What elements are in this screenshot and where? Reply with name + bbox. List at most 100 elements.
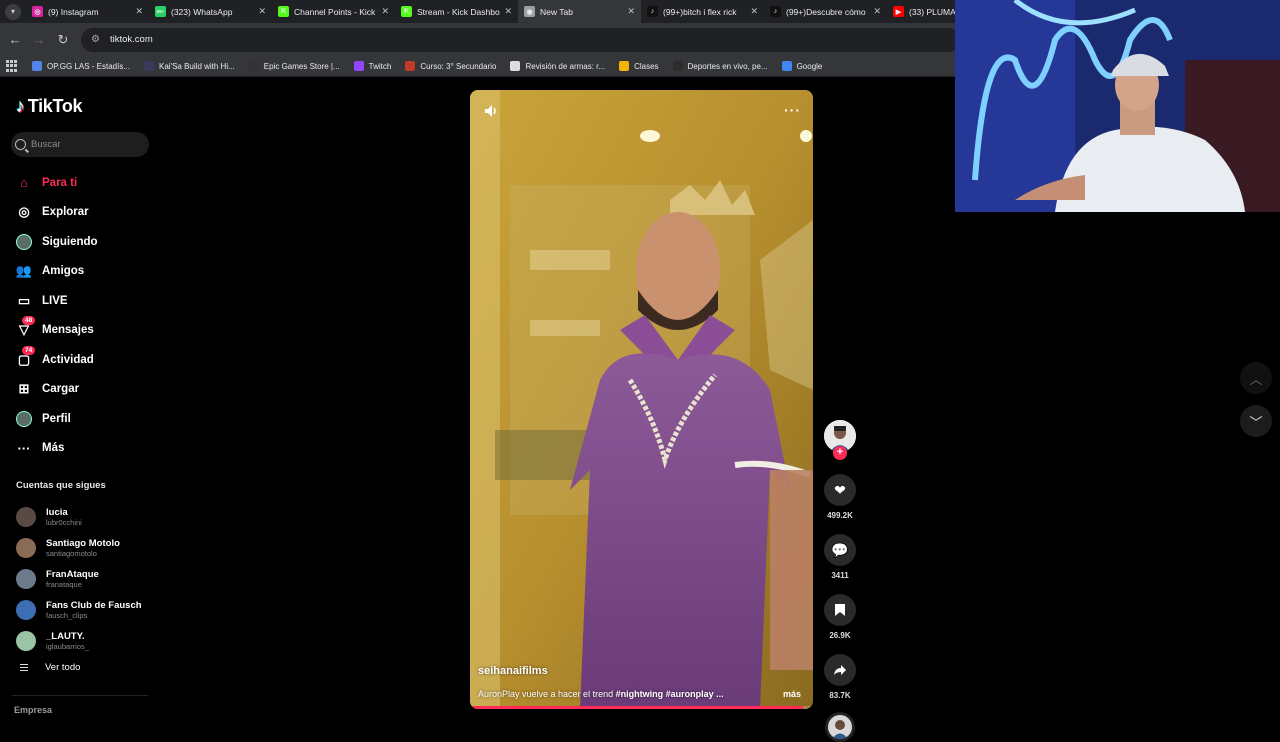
video-player[interactable]: ··· seihanaifilms AuronPlay vuelve a hac… [470, 90, 813, 709]
tab-search-button[interactable]: ▾ [0, 0, 26, 23]
site-settings-icon[interactable]: ⚙ [91, 34, 100, 45]
bookmark-item[interactable]: Revisión de armas: r... [510, 61, 605, 71]
close-tab-icon[interactable]: ✕ [135, 6, 143, 17]
nav-item[interactable]: ▢ 74 Actividad [16, 345, 98, 375]
browser-tab[interactable]: ◉ New Tab ✕ [518, 0, 641, 23]
close-tab-icon[interactable]: ✕ [381, 6, 389, 17]
nav-label: Explorar [42, 206, 89, 219]
compass-icon: ◎ [18, 204, 30, 220]
bookmark-icon[interactable] [824, 594, 856, 626]
friends-icon: 👥 [15, 263, 33, 279]
account-text: Fans Club de Fausch fausch_clips [46, 600, 142, 620]
browser-tab[interactable]: 99+ (323) WhatsApp ✕ [149, 0, 272, 23]
tab-favicon-icon: ▶ [893, 6, 904, 17]
account-username: fausch_clips [46, 610, 88, 620]
browser-tab[interactable]: K Stream - Kick Dashbo ✕ [395, 0, 518, 23]
webcam-overlay [955, 0, 1280, 212]
caption-hashtags[interactable]: #nightwing #auronplay ... [616, 689, 724, 699]
more-options-icon[interactable]: ··· [784, 102, 801, 118]
bookmark-item[interactable]: Google [781, 61, 822, 71]
company-link[interactable]: Empresa [14, 705, 52, 715]
bookmark-label: Epic Games Store |... [263, 61, 340, 71]
nav-item[interactable]: ◎ Explorar [16, 198, 98, 228]
heart-icon[interactable]: ❤ [824, 474, 856, 506]
tiktok-logo[interactable]: ♪ TikTok [16, 96, 83, 117]
tab-favicon-icon: ♪ [770, 6, 781, 17]
tab-favicon-icon: K [278, 6, 289, 17]
see-all-button[interactable]: Ver todo [20, 662, 80, 673]
browser-tab[interactable]: ♪ (99+)bitch i flex rick ✕ [641, 0, 764, 23]
video-progress-bar[interactable] [470, 706, 813, 709]
bookmark-item[interactable]: Deportes en vivo, pe... [672, 61, 768, 71]
nav-label: Amigos [42, 265, 85, 278]
close-tab-icon[interactable]: ✕ [873, 6, 881, 17]
nav-item[interactable]: Siguiendo [16, 227, 98, 257]
url-field[interactable]: ⚙ tiktok.com [81, 27, 961, 52]
following-account[interactable]: Santiago Motolo santiagomotolo [16, 532, 142, 563]
nav-item[interactable]: ··· Más [16, 434, 98, 464]
nav-label: Para ti [42, 176, 78, 189]
previous-video-button[interactable]: ︿ [1240, 362, 1272, 394]
reload-button[interactable]: ↻ [51, 28, 75, 52]
bookmark-label: Deportes en vivo, pe... [687, 61, 768, 71]
caption-more-button[interactable]: más [783, 689, 801, 699]
tab-label: (99+)Descubre cómo [786, 6, 866, 17]
bookmark-item[interactable]: OP.GG LAS - Estadís... [32, 61, 130, 71]
account-avatar [16, 568, 36, 589]
tab-label: (9) Instagram [48, 6, 99, 17]
nav-item[interactable]: ⌂ Para ti [16, 168, 98, 198]
activity-icon: ▢ 74 [16, 345, 36, 368]
search-input[interactable] [31, 139, 141, 150]
close-tab-icon[interactable]: ✕ [504, 6, 512, 17]
close-tab-icon[interactable]: ✕ [258, 6, 266, 17]
nav-item[interactable]: ⊞ Cargar [16, 375, 98, 405]
bookmark-favicon-icon [672, 61, 683, 71]
browser-tab[interactable]: ◎ (9) Instagram ✕ [26, 0, 149, 23]
back-button[interactable]: ← [3, 28, 27, 52]
like-action[interactable]: ❤ 499.2K [822, 474, 858, 520]
following-account[interactable]: Fans Club de Fausch fausch_clips [16, 594, 142, 625]
nav-item[interactable]: Perfil [16, 404, 98, 434]
bookmark-item[interactable]: Clases [619, 61, 659, 71]
nav-item[interactable]: 👥 Amigos [16, 257, 98, 287]
following-title: Cuentas que sigues [16, 480, 106, 491]
volume-icon[interactable] [482, 102, 500, 120]
video-actions: + ❤ 499.2K 💬 3411 26.9K 83.7K [822, 420, 858, 742]
browser-tab[interactable]: K Channel Points - Kick ✕ [272, 0, 395, 23]
chevron-down-icon: ▾ [5, 3, 21, 20]
bookmark-label: Clases [634, 61, 659, 71]
close-tab-icon[interactable]: ✕ [627, 6, 635, 17]
bookmark-label: OP.GG LAS - Estadís... [47, 61, 130, 71]
bookmark-item[interactable]: Kai'Sa Build with Hi... [144, 61, 235, 71]
tiktok-note-icon: ♪ [16, 96, 25, 116]
nav-item[interactable]: ▽ 48 Mensajes [16, 316, 98, 346]
account-name: lucia [46, 506, 68, 518]
following-account[interactable]: lucia lubr0cchini [16, 501, 142, 532]
bookmark-favicon-icon [353, 61, 364, 71]
nav-item[interactable]: ▭ LIVE [16, 286, 98, 316]
next-video-button[interactable]: ﹀ [1240, 405, 1272, 437]
bookmark-item[interactable]: Curso: 3° Secundario [405, 61, 496, 71]
comment-action[interactable]: 💬 3411 [822, 534, 858, 580]
following-account[interactable]: _LAUTY. iglaubarrios_ [16, 625, 142, 656]
bookmark-favicon-icon [619, 61, 630, 71]
follow-plus-button[interactable]: + [833, 446, 847, 460]
webcam-feed [955, 0, 1280, 212]
browser-tab[interactable]: ♪ (99+)Descubre cómo ✕ [764, 0, 887, 23]
nav-label: Más [42, 442, 65, 455]
video-author[interactable]: seihanaifilms [478, 665, 548, 677]
bookmark-favicon-icon [248, 61, 259, 71]
bookmark-item[interactable]: Twitch [353, 61, 391, 71]
share-action[interactable]: 83.7K [822, 654, 858, 700]
save-action[interactable]: 26.9K [822, 594, 858, 640]
share-icon[interactable] [824, 654, 856, 686]
following-account[interactable]: FranAtaque franataque [16, 563, 142, 594]
search-box[interactable] [11, 132, 149, 157]
bookmark-item[interactable]: Epic Games Store |... [248, 61, 340, 71]
music-disc-avatar[interactable] [825, 712, 855, 742]
upload-icon: ⊞ [18, 381, 30, 397]
comment-icon[interactable]: 💬 [824, 534, 856, 566]
close-tab-icon[interactable]: ✕ [750, 6, 758, 17]
apps-grid-icon[interactable] [6, 60, 18, 72]
forward-button[interactable]: → [27, 28, 51, 52]
